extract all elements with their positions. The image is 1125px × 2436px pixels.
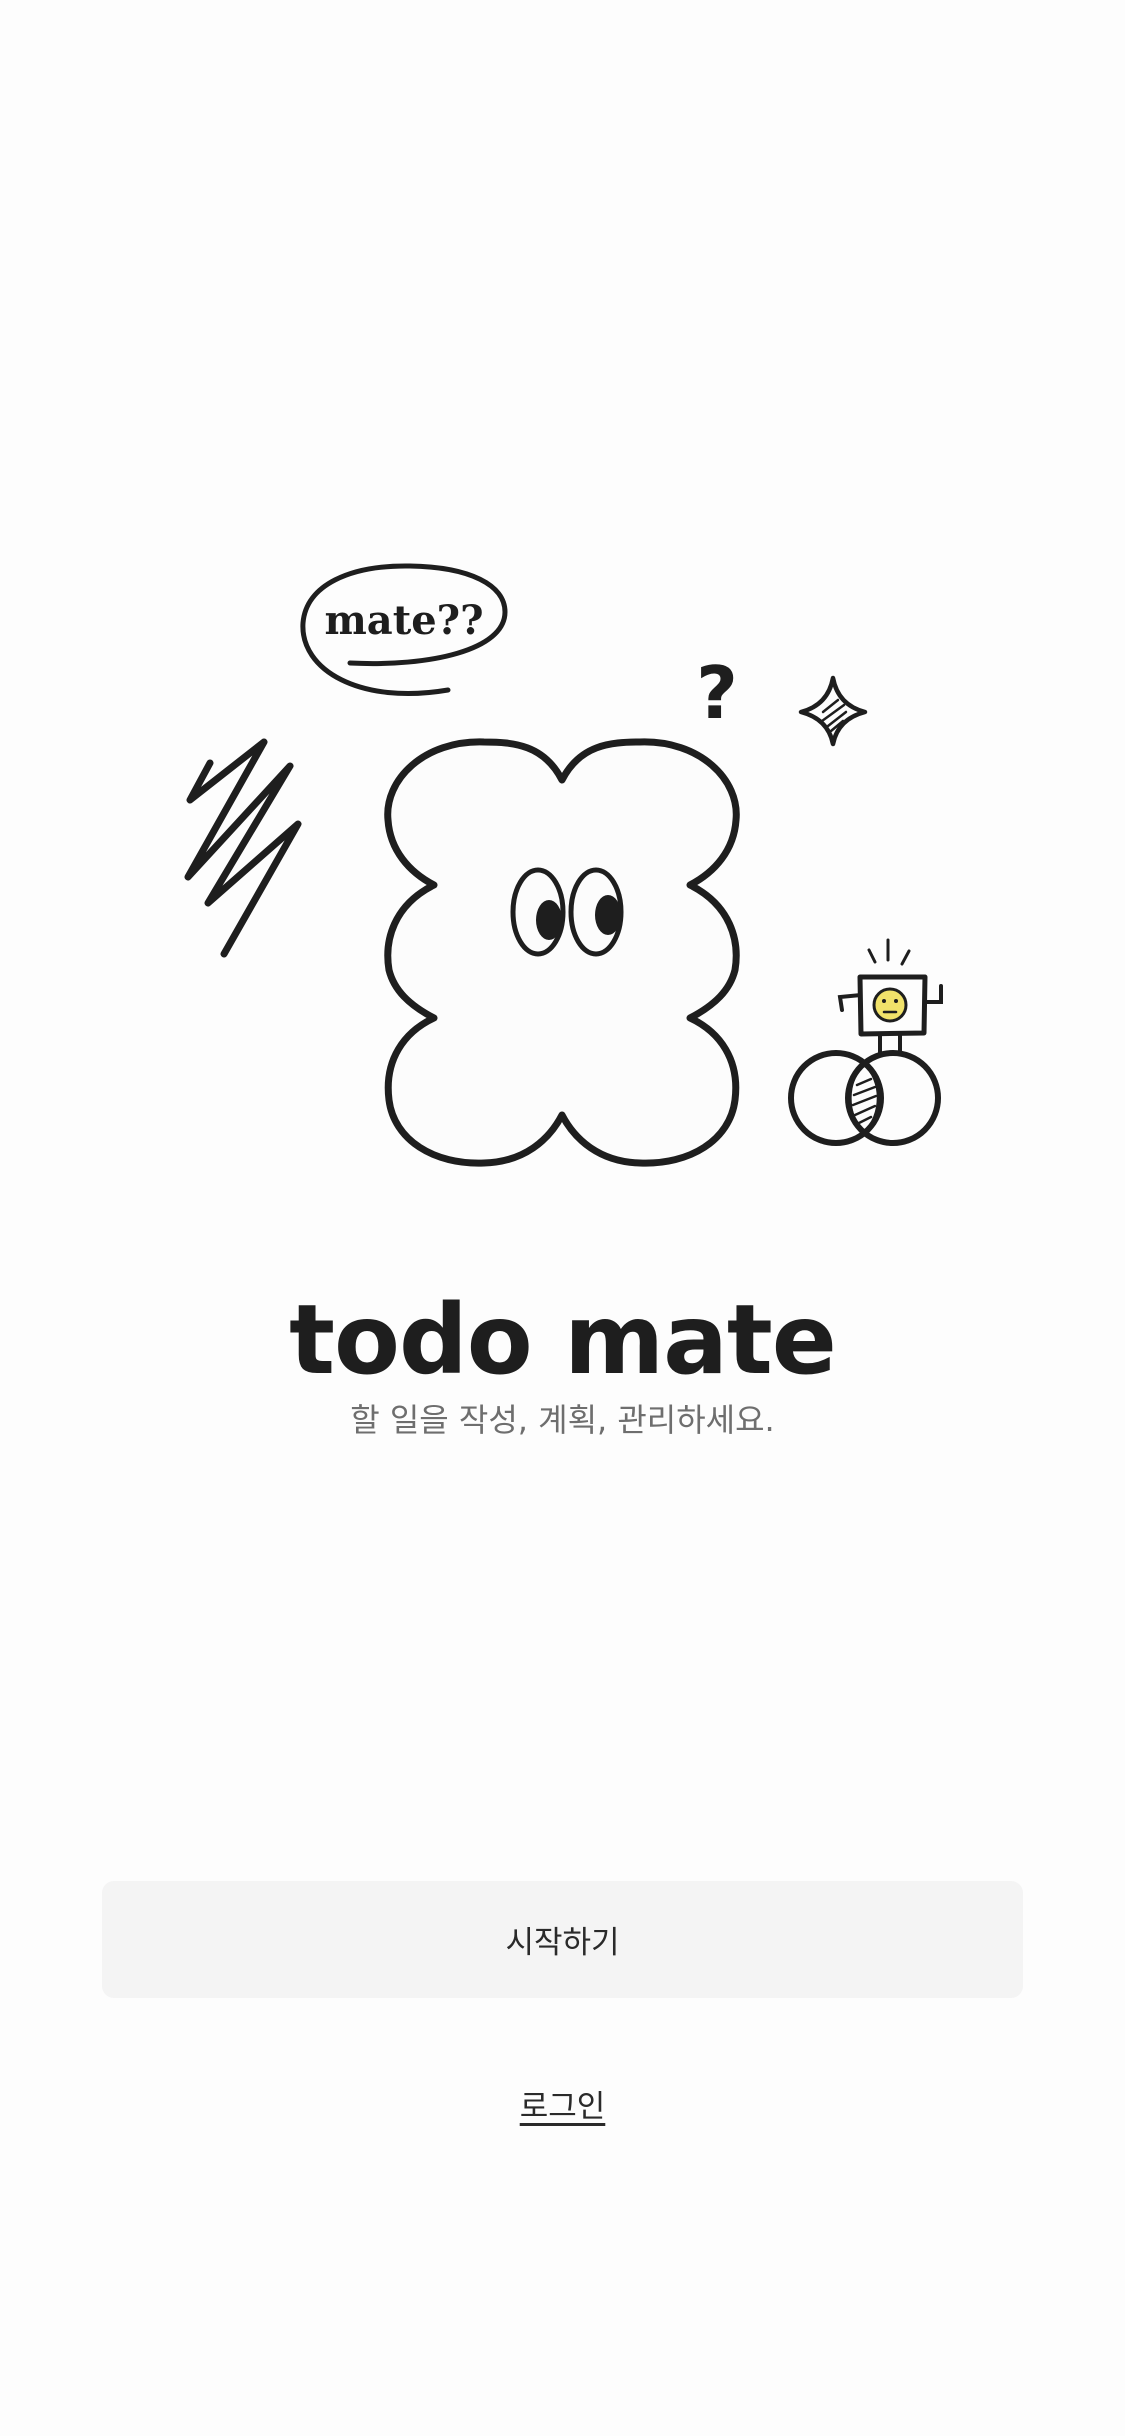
login-link[interactable]: 로그인 xyxy=(520,2089,606,2125)
scribble-icon xyxy=(184,738,302,958)
sparkle-icon xyxy=(798,675,868,747)
start-button[interactable]: 시작하기 xyxy=(102,1881,1023,1998)
question-mark-icon: ? xyxy=(696,651,738,735)
cloud-mascot-icon xyxy=(384,738,740,1167)
login-link-row: 로그인 xyxy=(0,2085,1125,2129)
app-tagline: 할 일을 작성, 계획, 관리하세요. xyxy=(350,1401,775,1439)
robot-on-circles-icon xyxy=(788,938,943,1146)
app-title: todo mate xyxy=(289,1284,837,1396)
bubble-text: mate?? xyxy=(324,597,483,644)
speech-bubble-icon: mate?? xyxy=(300,563,508,696)
robot-face-icon xyxy=(872,987,908,1023)
welcome-illustration: mate?? ? xyxy=(184,563,943,1167)
